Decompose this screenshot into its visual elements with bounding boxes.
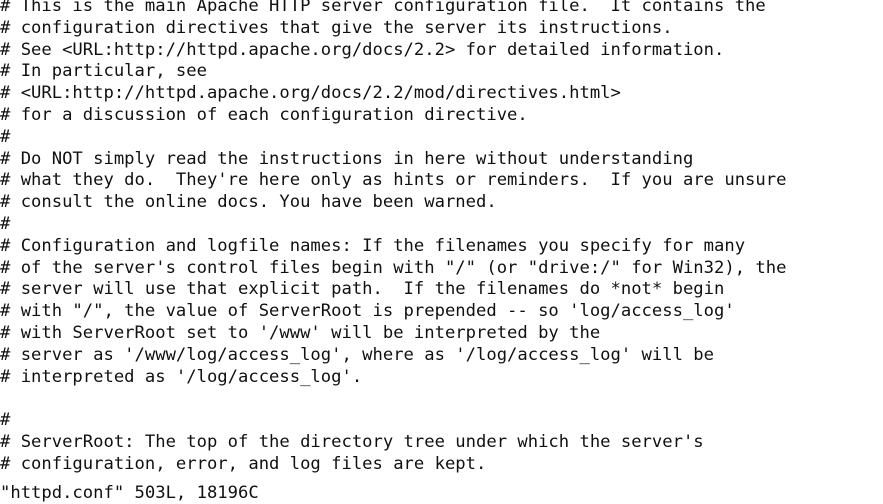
- buffer-line: [0, 388, 883, 410]
- buffer-line: # In particular, see: [0, 61, 207, 82]
- buffer-line: # <URL:http://httpd.apache.org/docs/2.2/…: [0, 83, 621, 104]
- terminal-window[interactable]: # This is the main Apache HTTP server co…: [0, 0, 883, 504]
- buffer-line: # with ServerRoot set to '/www' will be …: [0, 322, 601, 343]
- buffer-line: # interpreted as '/log/access_log'.: [0, 366, 363, 387]
- buffer-line: # server as '/www/log/access_log', where…: [0, 344, 714, 365]
- buffer-line: # for a discussion of each configuration…: [0, 104, 528, 125]
- buffer-line: #: [0, 410, 11, 431]
- buffer-line: # server will use that explicit path. If…: [0, 279, 725, 300]
- buffer-line: # consult the online docs. You have been…: [0, 192, 497, 213]
- buffer-line: # with "/", the value of ServerRoot is p…: [0, 301, 735, 322]
- buffer-line: # See <URL:http://httpd.apache.org/docs/…: [0, 39, 725, 60]
- buffer-line: # Do NOT simply read the instructions in…: [0, 148, 694, 169]
- buffer-line: # Configuration and logfile names: If th…: [0, 235, 746, 256]
- buffer-line: # ServerRoot: The top of the directory t…: [0, 431, 704, 452]
- buffer-line: # configuration, error, and log files ar…: [0, 453, 487, 474]
- buffer-line: # of the server's control files begin wi…: [0, 257, 787, 278]
- buffer-line: #: [0, 126, 11, 147]
- buffer-line: # This is the main Apache HTTP server co…: [0, 0, 766, 16]
- vim-status-line: "httpd.conf" 503L, 18196C: [0, 483, 883, 504]
- buffer-line: # what they do. They're here only as hin…: [0, 170, 787, 191]
- buffer-line: # configuration directives that give the…: [0, 17, 673, 38]
- text-buffer[interactable]: # This is the main Apache HTTP server co…: [0, 0, 883, 476]
- buffer-line: #: [0, 213, 11, 234]
